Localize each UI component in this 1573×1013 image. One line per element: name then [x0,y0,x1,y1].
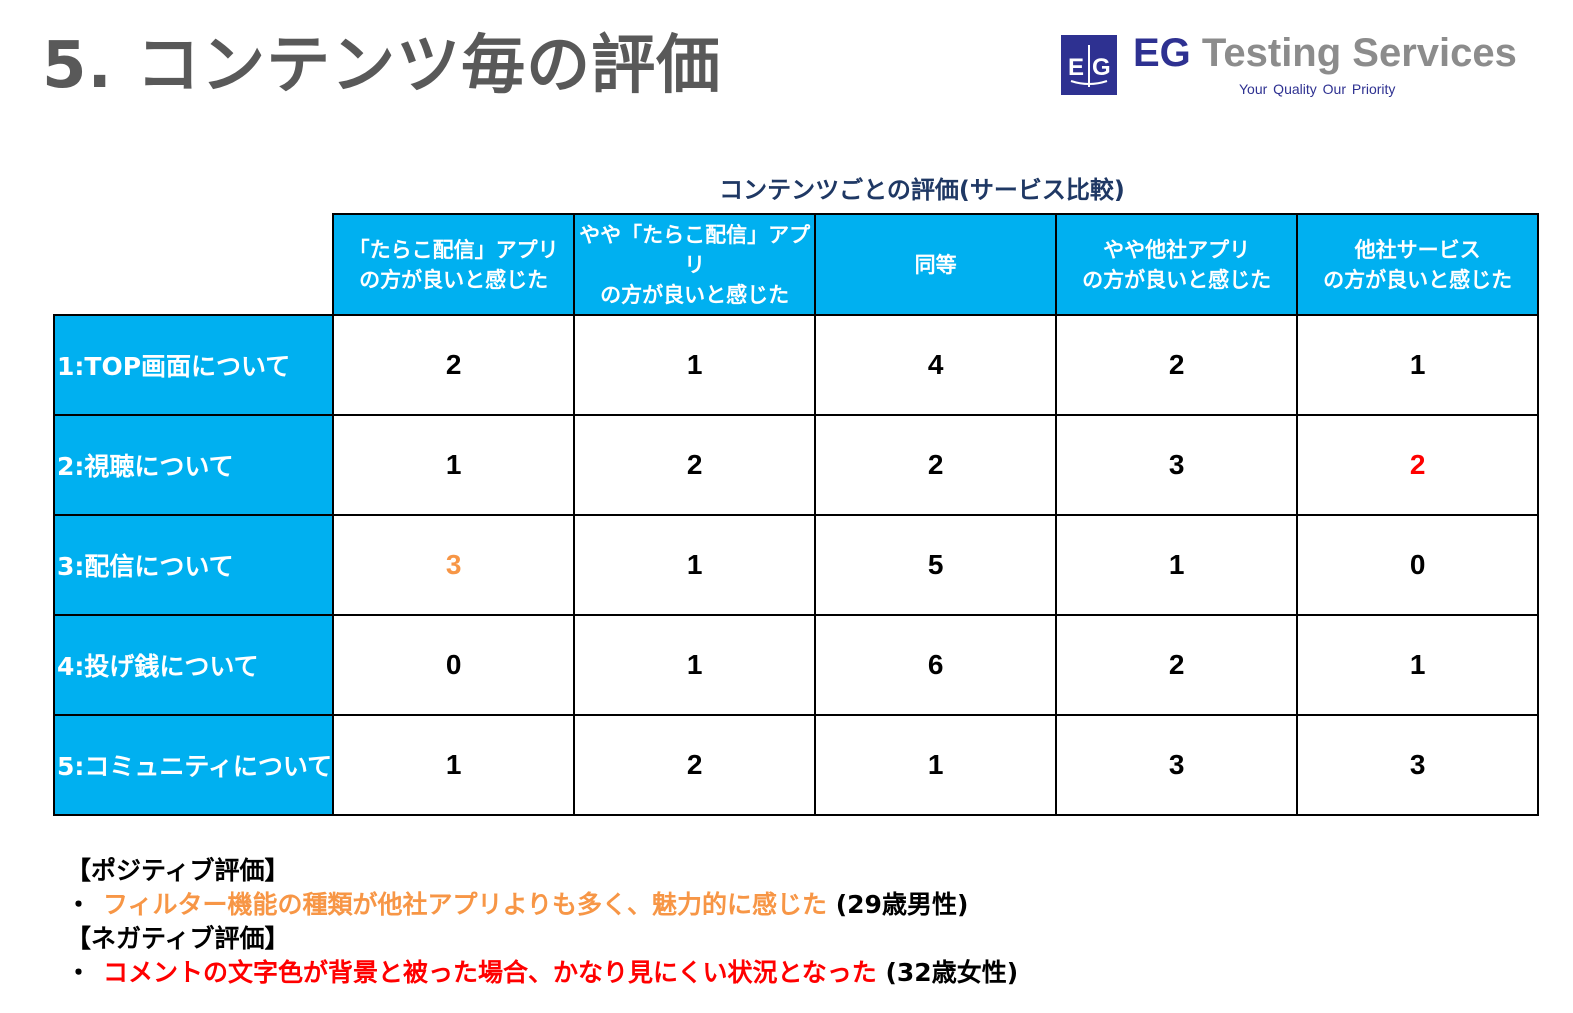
positive-comment: ・フィルター機能の種類が他社アプリよりも多く、魅力的に感じた (29歳男性) [66,888,1018,922]
table-row: 4:投げ銭について 0 1 6 2 1 [52,614,1540,716]
value-cell: 4 [814,314,1058,416]
negative-comment: ・コメントの文字色が背景と被った場合、かなり見にくい状況となった (32歳女性) [66,956,1018,990]
value-cell: 6 [814,614,1058,716]
table-row: 1:TOP画面について 2 1 4 2 1 [52,314,1540,416]
positive-heading: 【ポジティブ評価】 [66,856,290,885]
value-cell: 3 [1055,414,1299,516]
bullet: ・ [66,958,92,987]
negative-comment-text: コメントの文字色が背景と被った場合、かなり見にくい状況となった [103,958,877,987]
table-corner-cell [54,214,333,315]
value-cell: 1 [573,514,817,616]
value-cell: 1 [814,714,1058,816]
value-cell: 3 [1296,714,1540,816]
evaluation-table: 「たらこ配信」アプリ の方が良いと感じた やや「たらこ配信」アプリ の方が良いと… [52,213,1540,816]
value-cell: 0 [1296,514,1540,616]
positive-comment-text: フィルター機能の種類が他社アプリよりも多く、魅力的に感じた [103,890,828,919]
column-header: 他社サービス の方が良いと感じた [1296,213,1540,316]
table-row: 3:配信について 3 1 5 1 0 [52,514,1540,616]
value-cell: 0 [332,614,576,716]
logo-tagline: Your Quality Our Priority [1239,81,1396,97]
logo-company-name: EG Testing Services [1133,29,1517,77]
table-row: 2:視聴について 1 2 2 3 2 [52,414,1540,516]
company-logo: E G EG Testing Services Your Quality Our… [1061,31,1531,99]
value-cell: 3 [332,514,576,616]
value-cell: 2 [1055,614,1299,716]
logo-name-eg: EG [1133,31,1191,75]
table-header-row: 「たらこ配信」アプリ の方が良いと感じた やや「たらこ配信」アプリ の方が良いと… [54,213,1540,316]
bullet: ・ [66,890,92,919]
row-header: 3:配信について [52,514,335,616]
value-cell: 2 [332,314,576,416]
logo-name-testing-services: Testing Services [1190,31,1517,75]
column-header: 「たらこ配信」アプリ の方が良いと感じた [332,213,576,316]
column-header: やや他社アプリ の方が良いと感じた [1055,213,1299,316]
value-cell: 1 [332,414,576,516]
row-header: 1:TOP画面について [52,314,335,416]
value-cell: 2 [573,714,817,816]
row-header: 4:投げ銭について [52,614,335,716]
svg-text:G: G [1092,54,1111,81]
comments-section: 【ポジティブ評価】 ・フィルター機能の種類が他社アプリよりも多く、魅力的に感じた… [66,854,1018,990]
column-header: やや「たらこ配信」アプリ の方が良いと感じた [573,213,817,316]
value-cell: 3 [1055,714,1299,816]
svg-text:E: E [1068,54,1084,81]
value-cell: 2 [1055,314,1299,416]
table-row: 5:コミュニティについて 1 2 1 3 3 [52,714,1540,816]
eg-logo-mark-icon: E G [1061,35,1117,95]
value-cell: 2 [573,414,817,516]
value-cell: 5 [814,514,1058,616]
row-header: 2:視聴について [52,414,335,516]
table-title: コンテンツごとの評価(サービス比較) [719,176,1125,204]
value-cell: 1 [332,714,576,816]
row-header: 5:コミュニティについて [52,714,335,816]
column-header: 同等 [814,213,1058,316]
value-cell: 1 [1296,314,1540,416]
positive-comment-author: (29歳男性) [827,890,969,919]
value-cell: 2 [814,414,1058,516]
value-cell: 2 [1296,414,1540,516]
value-cell: 1 [1055,514,1299,616]
negative-comment-author: (32歳女性) [876,958,1019,987]
negative-heading: 【ネガティブ評価】 [66,924,290,953]
page-title: 5. コンテンツ毎の評価 [42,29,722,103]
value-cell: 1 [1296,614,1540,716]
value-cell: 1 [573,314,817,416]
value-cell: 1 [573,614,817,716]
